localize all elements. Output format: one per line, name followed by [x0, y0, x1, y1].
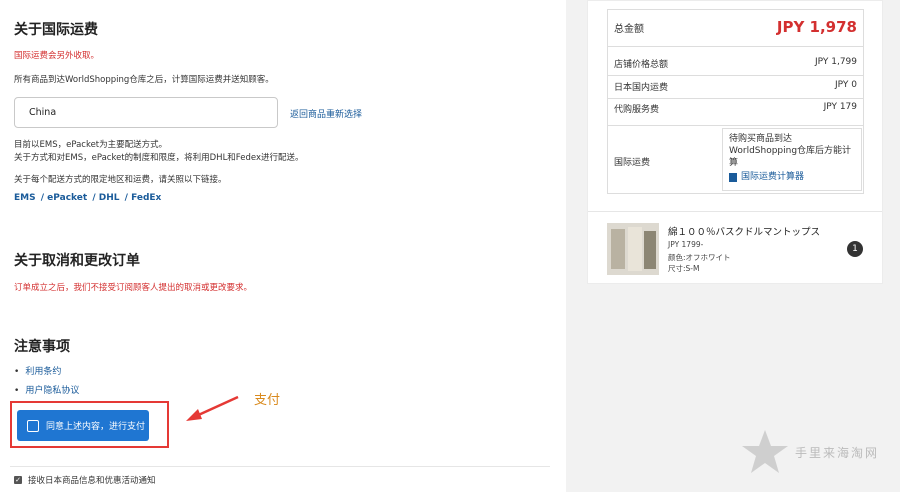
checkbox-icon [27, 419, 39, 432]
calculator-icon [729, 172, 737, 182]
carrier-links: EMS / ePacket / DHL / FedEx [14, 193, 162, 203]
product-color: 颜色:オフホワイト [668, 253, 731, 262]
order-summary-card: 总金额 JPY 1,978 店铺价格总额 JPY 1,799 日本国内运费 JP… [587, 0, 883, 284]
total-label: 总金额 [614, 23, 644, 35]
summary-divider [608, 75, 863, 76]
domestic-shipping-label: 日本国内运费 [614, 83, 669, 93]
checkout-main-column: 关于国际运费 国际运费会另外收取。 所有商品到达WorldShopping仓库之… [0, 0, 566, 492]
country-field[interactable]: China [14, 97, 278, 128]
domestic-shipping-value: JPY 0 [835, 80, 857, 90]
store-price-label: 店铺价格总额 [614, 60, 669, 70]
privacy-link[interactable]: 用户隐私协议 [14, 383, 79, 396]
shipping-method-text-2: 关于方式和对EMS，ePacket的制度和限度，将利用DHL和Fedex进行配送… [14, 153, 304, 163]
terms-link[interactable]: 利用条约 [14, 364, 61, 377]
intl-shipping-info: 待购买商品到达WorldShopping仓库后方能计算 国际运费计算器 [722, 128, 862, 191]
total-row: 总金额 JPY 1,978 [614, 18, 857, 36]
cancel-policy-notice: 订单成立之后，我们不接受订阅顾客人提出的取消或更改要求。 [14, 283, 253, 293]
annotation-label: 支付 [254, 393, 281, 408]
shipping-calculator-label: 国际运费计算器 [741, 172, 805, 182]
intl-shipping-label: 国际运费 [614, 158, 651, 168]
summary-row: 代购服务费 JPY 179 [614, 102, 857, 115]
newsletter-consent-label: 接收日本商品信息和优惠活动通知 [28, 476, 156, 486]
watermark-text: 手里来海淘网 [795, 446, 880, 460]
intl-shipping-summary: 国际运费 待购买商品到达WorldShopping仓库后方能计算 国际运费计算器 [607, 126, 864, 194]
cancel-policy-title: 关于取消和更改订单 [14, 253, 140, 269]
carrier-link-ems[interactable]: EMS [14, 193, 36, 203]
notes-title: 注意事项 [14, 339, 70, 355]
product-size: 尺寸:S-M [668, 264, 700, 273]
product-thumbnail [607, 223, 659, 275]
summary-divider [608, 98, 863, 99]
shipping-method-text-1: 目前以EMS，ePacket为主要配送方式。 [14, 140, 168, 150]
service-fee-value: JPY 179 [823, 102, 857, 112]
intl-shipping-title: 关于国际运费 [14, 22, 98, 38]
summary-row: 日本国内运费 JPY 0 [614, 80, 857, 93]
carrier-link-dhl[interactable]: DHL [99, 193, 120, 203]
total-value: JPY 1,978 [776, 18, 857, 36]
watermark-star-icon [742, 430, 788, 473]
divider [10, 466, 550, 467]
intl-shipping-description: 所有商品到达WorldShopping仓库之后，计算国际运费并送知顾客。 [14, 75, 274, 85]
intl-shipping-notice: 国际运费会另外收取。 [14, 51, 100, 61]
pay-button-label: 同意上述内容，进行支付 [46, 422, 146, 432]
product-price: JPY 1799- [668, 240, 704, 249]
service-fee-label: 代购服务费 [614, 105, 660, 115]
summary-divider [608, 46, 863, 47]
price-summary: 总金额 JPY 1,978 店铺价格总额 JPY 1,799 日本国内运费 JP… [607, 9, 864, 126]
carrier-link-epacket[interactable]: ePacket [47, 193, 87, 203]
intl-shipping-info-text: 待购买商品到达WorldShopping仓库后方能计算 [729, 134, 852, 168]
quantity-badge: 1 [847, 241, 863, 257]
annotation-arrow-icon [186, 395, 239, 421]
shipping-method-text-3: 关于每个配送方式的限定地区和运费，请关照以下链接。 [14, 175, 227, 185]
shipping-calculator-link[interactable]: 国际运费计算器 [729, 171, 855, 183]
card-divider [588, 211, 882, 212]
product-title: 綿１００％バスクドルマントップス [668, 227, 821, 238]
summary-row: 店铺价格总额 JPY 1,799 [614, 57, 857, 70]
agree-and-pay-button[interactable]: 同意上述内容，进行支付 [17, 410, 149, 441]
checkbox-checked-icon[interactable]: ✓ [14, 476, 22, 484]
return-to-cart-link[interactable]: 返回商品重新选择 [290, 107, 362, 120]
newsletter-consent[interactable]: ✓ 接收日本商品信息和优惠活动通知 [14, 474, 156, 486]
store-price-value: JPY 1,799 [814, 57, 857, 67]
carrier-link-fedex[interactable]: FedEx [131, 193, 161, 203]
